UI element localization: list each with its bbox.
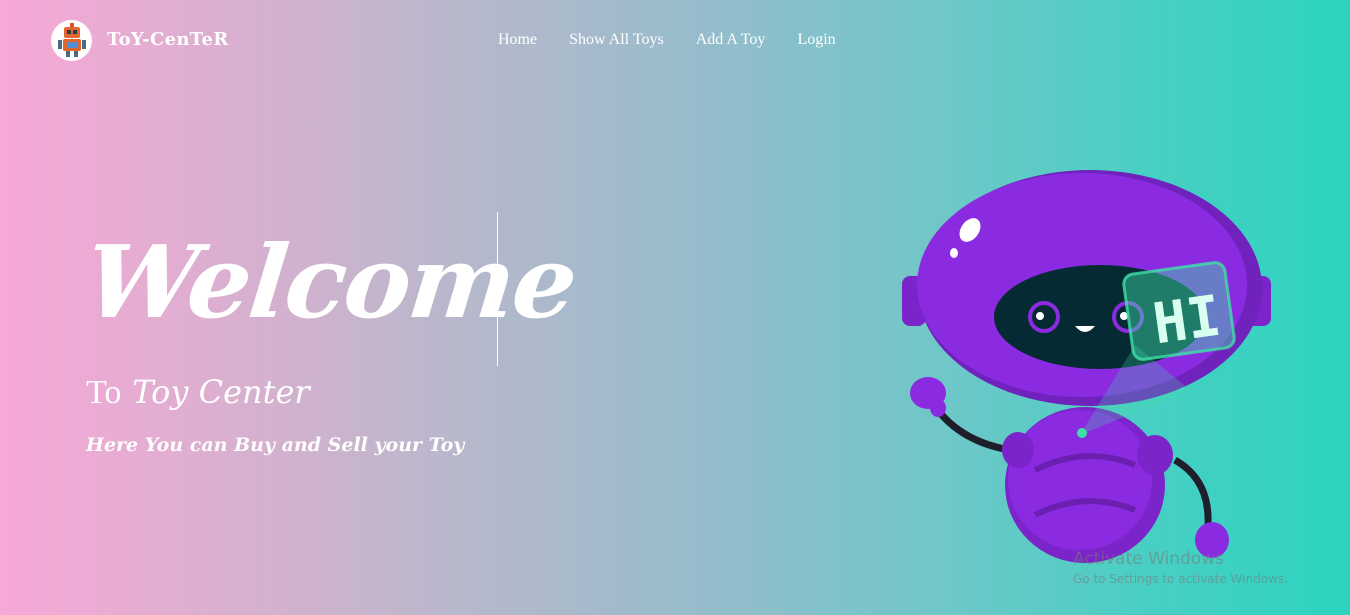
activate-windows-watermark: Activate Windows Go to Settings to activ… (1073, 549, 1288, 586)
nav-link-show-all-toys[interactable]: Show All Toys (569, 31, 664, 49)
watermark-subtitle: Go to Settings to activate Windows. (1073, 572, 1288, 586)
subtitle-highlight: Toy Center (132, 373, 310, 411)
hero-title: Welcome (79, 223, 581, 341)
robot-screen-text: HI (1149, 284, 1225, 358)
brand-name[interactable]: ToY-CenTeR (107, 29, 228, 50)
watermark-title: Activate Windows (1073, 549, 1224, 569)
hero-subtitle: To Toy Center (86, 372, 310, 412)
subtitle-prefix: To (86, 374, 122, 411)
navbar: ToY-CenTeR Home Show All Toys Add A Toy … (0, 0, 1350, 82)
main-nav: Home Show All Toys Add A Toy Login (498, 31, 868, 49)
hero-tagline: Here You can Buy and Sell your Toy (86, 434, 465, 456)
nav-link-login[interactable]: Login (797, 31, 835, 49)
robot-mascot-illustration: HI (902, 170, 1271, 563)
nav-link-home[interactable]: Home (498, 31, 537, 49)
typing-cursor (497, 212, 498, 366)
robot-logo-icon[interactable] (51, 20, 92, 61)
nav-link-add-a-toy[interactable]: Add A Toy (696, 31, 766, 49)
